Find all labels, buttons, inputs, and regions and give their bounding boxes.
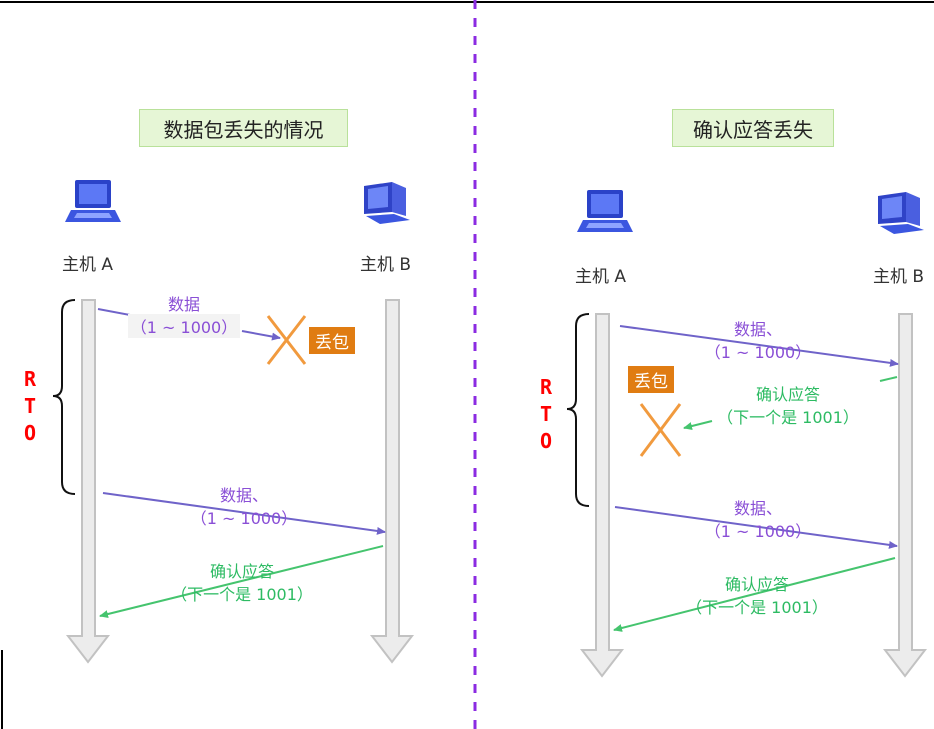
host-b-timeline — [369, 299, 415, 664]
rto-label: R T O — [20, 366, 40, 447]
ack-message-1-right: 确认应答 （下一个是 1001） — [706, 383, 870, 429]
data-message-line1: 数据、 — [219, 486, 268, 505]
desktop-computer-icon — [364, 182, 410, 224]
data-message-1: 数据 （1 ~ 1000） — [126, 293, 242, 339]
ack-message-line1: 确认应答 — [209, 562, 274, 581]
laptop-icon-right — [577, 190, 633, 232]
rto-brace-right — [566, 313, 590, 507]
rto-letter: T — [539, 402, 553, 426]
data-message-line2: （1 ~ 1000） — [190, 509, 298, 528]
desktop-computer-icon-right — [878, 192, 924, 234]
diagram: 数据包丢失的情况 主机 A 主机 B R T O 数据 （1 ~ 1000） 丢… — [0, 0, 934, 729]
data-message-line2: （1 ~ 1000） — [130, 318, 238, 337]
left-title: 数据包丢失的情况 — [139, 109, 348, 147]
ack-message-line1: 确认应答 — [755, 385, 820, 404]
ack-message-line1: 确认应答 — [724, 575, 789, 594]
ack-message-line2: （下一个是 1001） — [686, 598, 828, 617]
data-arrow-1 — [241, 330, 281, 341]
rto-letter: O — [539, 429, 553, 453]
right-title: 确认应答丢失 — [672, 109, 834, 147]
ack-arrow-1-start — [879, 376, 898, 382]
host-a-timeline-right — [579, 313, 625, 678]
data-message-line1: 数据、 — [733, 499, 782, 518]
ack-message-line2: （下一个是 1001） — [717, 408, 859, 427]
ack-message-line2: （下一个是 1001） — [171, 585, 313, 604]
data-message-line1: 数据、 — [733, 320, 782, 339]
host-a-timeline — [65, 299, 111, 664]
rto-label-right: R T O — [536, 374, 556, 455]
rto-letter: R — [539, 375, 553, 399]
data-message-2: 数据、 （1 ~ 1000） — [186, 484, 302, 530]
rto-brace — [52, 299, 76, 495]
rto-letter: R — [23, 367, 37, 391]
host-a-label: 主机 A — [62, 255, 114, 275]
host-b-label-right: 主机 B — [873, 267, 925, 287]
host-a-label-right: 主机 A — [575, 267, 627, 287]
ack-message: 确认应答 （下一个是 1001） — [160, 560, 324, 606]
data-message-2-right: 数据、 （1 ~ 1000） — [700, 497, 816, 543]
packet-lost-badge-right: 丢包 — [628, 366, 674, 393]
rto-letter: O — [23, 421, 37, 445]
host-b-label: 主机 B — [360, 255, 412, 275]
packet-lost-badge: 丢包 — [309, 327, 355, 354]
laptop-icon — [65, 180, 121, 222]
data-message-line2: （1 ~ 1000） — [704, 522, 812, 541]
ack-message-2-right: 确认应答 （下一个是 1001） — [675, 573, 839, 619]
data-message-1-right: 数据、 （1 ~ 1000） — [700, 318, 816, 364]
rto-letter: T — [23, 394, 37, 418]
data-message-line2: （1 ~ 1000） — [704, 343, 812, 362]
host-b-timeline-right — [882, 313, 928, 678]
data-message-line1: 数据 — [167, 295, 200, 314]
